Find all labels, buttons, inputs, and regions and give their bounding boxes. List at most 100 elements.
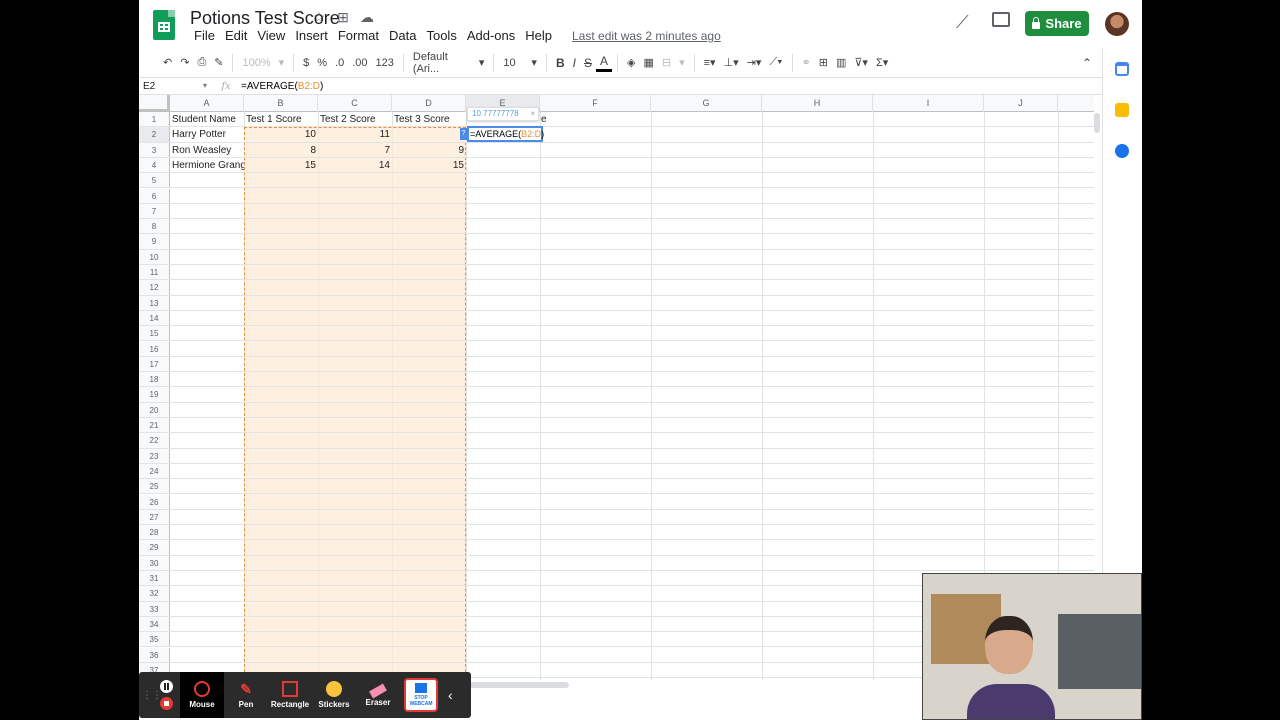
row-header[interactable]: 32 bbox=[139, 586, 170, 601]
col-header-h[interactable]: H bbox=[762, 95, 873, 112]
row-header[interactable]: 23 bbox=[139, 448, 170, 463]
col-header-i[interactable]: I bbox=[873, 95, 984, 112]
avatar[interactable] bbox=[1105, 12, 1129, 36]
print-icon[interactable]: ⎙ bbox=[193, 52, 210, 74]
cell-a3[interactable]: Ron Weasley bbox=[170, 143, 244, 157]
cell-c2[interactable]: 11 bbox=[318, 127, 392, 141]
row-header[interactable]: 34 bbox=[139, 616, 170, 632]
cell-c3[interactable]: 7 bbox=[318, 143, 392, 157]
row-header[interactable]: 28 bbox=[139, 525, 170, 540]
more-formats-button[interactable]: 123 bbox=[372, 52, 398, 74]
insert-chart-icon[interactable]: ▥ bbox=[832, 52, 850, 74]
menu-data[interactable]: Data bbox=[384, 28, 421, 44]
row-header[interactable]: 13 bbox=[139, 295, 170, 310]
pen-tool-button[interactable]: ✎ Pen bbox=[224, 672, 268, 718]
horizontal-align-icon[interactable]: ≡▾ bbox=[700, 52, 720, 74]
comment-history-icon[interactable] bbox=[992, 12, 1010, 27]
cell-d2[interactable] bbox=[392, 127, 466, 141]
last-edit-link[interactable]: Last edit was 2 minutes ago bbox=[567, 28, 726, 44]
share-button[interactable]: Share bbox=[1025, 11, 1089, 36]
menu-file[interactable]: File bbox=[189, 28, 220, 44]
font-select[interactable]: Default (Ari... bbox=[409, 51, 475, 75]
pause-icon[interactable] bbox=[159, 680, 173, 693]
borders-icon[interactable]: ▦ bbox=[639, 52, 657, 74]
filter-icon[interactable]: ⊽▾ bbox=[850, 52, 872, 74]
menu-format[interactable]: Format bbox=[333, 28, 384, 44]
font-size-chevron-icon[interactable]: ▾ bbox=[527, 52, 541, 74]
col-header-c[interactable]: C bbox=[318, 95, 392, 112]
row-header[interactable]: 1 bbox=[139, 112, 170, 127]
row-header[interactable]: 25 bbox=[139, 479, 170, 494]
rectangle-tool-button[interactable]: Rectangle bbox=[268, 672, 312, 718]
cell-a2[interactable]: Harry Potter bbox=[170, 127, 244, 141]
merge-cells-icon[interactable]: ⊟ bbox=[658, 52, 675, 74]
cell-d3[interactable]: 9 bbox=[392, 143, 466, 157]
row-header[interactable]: 20 bbox=[139, 402, 170, 417]
col-header-d[interactable]: D bbox=[392, 95, 466, 112]
cell-b1[interactable]: Test 1 Score bbox=[244, 112, 318, 126]
cell-d4[interactable]: 15 bbox=[392, 158, 466, 172]
col-header-a[interactable]: A bbox=[170, 95, 244, 112]
row-header[interactable]: 29 bbox=[139, 540, 170, 555]
tooltip-close-icon[interactable]: × bbox=[530, 108, 535, 120]
row-header[interactable]: 4 bbox=[139, 157, 170, 173]
menu-addons[interactable]: Add-ons bbox=[462, 28, 520, 44]
calendar-icon[interactable] bbox=[1115, 62, 1129, 76]
cell-b4[interactable]: 15 bbox=[244, 158, 318, 172]
row-header[interactable]: 10 bbox=[139, 249, 170, 264]
col-header-j[interactable]: J bbox=[984, 95, 1058, 112]
sheets-logo-icon[interactable] bbox=[153, 10, 175, 40]
row-header[interactable]: 8 bbox=[139, 219, 170, 234]
paint-format-icon[interactable]: ✎ bbox=[210, 52, 227, 74]
stop-recording-icon[interactable] bbox=[159, 697, 173, 710]
collapse-toolbar-icon[interactable]: ⌃ bbox=[1082, 56, 1092, 70]
formula-input[interactable]: =AVERAGE(B2:D) bbox=[241, 81, 323, 92]
cell-a1[interactable]: Student Name bbox=[170, 112, 244, 126]
menu-insert[interactable]: Insert bbox=[290, 28, 333, 44]
eraser-tool-button[interactable]: Eraser bbox=[356, 672, 400, 718]
cell-e1-overflow[interactable]: e bbox=[539, 112, 559, 126]
row-header[interactable]: 27 bbox=[139, 509, 170, 525]
insert-link-icon[interactable]: ⚭ bbox=[798, 52, 815, 74]
name-box[interactable]: E2 bbox=[139, 81, 211, 92]
row-header[interactable]: 19 bbox=[139, 387, 170, 402]
row-header[interactable]: 30 bbox=[139, 555, 170, 570]
mouse-tool-button[interactable]: Mouse bbox=[180, 672, 224, 718]
increase-decimal-button[interactable]: .00 bbox=[348, 52, 371, 74]
row-header[interactable]: 36 bbox=[139, 647, 170, 662]
stop-webcam-button[interactable]: STOP WEBCAM bbox=[404, 678, 438, 712]
row-header[interactable]: 9 bbox=[139, 234, 170, 249]
move-folder-icon[interactable]: ⊞ bbox=[335, 9, 351, 26]
col-header-f[interactable]: F bbox=[540, 95, 651, 112]
row-header[interactable]: 17 bbox=[139, 356, 170, 372]
functions-icon[interactable]: Σ▾ bbox=[872, 52, 892, 74]
bold-button[interactable]: B bbox=[552, 52, 569, 74]
tasks-icon[interactable] bbox=[1115, 144, 1129, 158]
text-wrap-icon[interactable]: ⇥▾ bbox=[743, 52, 766, 74]
row-header[interactable]: 11 bbox=[139, 265, 170, 280]
text-color-button[interactable]: A bbox=[595, 54, 612, 72]
cell-c4[interactable]: 14 bbox=[318, 158, 392, 172]
fill-color-icon[interactable]: ◈ bbox=[623, 52, 639, 74]
row-header[interactable]: 26 bbox=[139, 494, 170, 509]
stickers-tool-button[interactable]: Stickers bbox=[312, 672, 356, 718]
cell-c1[interactable]: Test 2 Score bbox=[318, 112, 392, 126]
row-header[interactable]: 15 bbox=[139, 326, 170, 341]
row-header[interactable]: 6 bbox=[139, 188, 170, 203]
row-header[interactable]: 7 bbox=[139, 203, 170, 219]
horizontal-scrollbar[interactable] bbox=[469, 682, 569, 688]
strikethrough-button[interactable]: S bbox=[580, 52, 596, 74]
row-header[interactable]: 35 bbox=[139, 632, 170, 647]
cell-a4[interactable]: Hermione Granger bbox=[170, 158, 244, 172]
cell-d1[interactable]: Test 3 Score bbox=[392, 112, 466, 126]
decrease-decimal-button[interactable]: .0 bbox=[331, 52, 348, 74]
col-header-g[interactable]: G bbox=[651, 95, 762, 112]
row-header[interactable]: 21 bbox=[139, 418, 170, 433]
cell-b3[interactable]: 8 bbox=[244, 143, 318, 157]
row-header[interactable]: 18 bbox=[139, 372, 170, 387]
star-icon[interactable]: ☆ bbox=[311, 9, 327, 26]
text-rotation-icon[interactable]: ⟋▾ bbox=[765, 52, 786, 74]
keep-icon[interactable] bbox=[1115, 103, 1129, 117]
zoom-select[interactable]: 100% bbox=[238, 52, 274, 74]
row-header[interactable]: 3 bbox=[139, 142, 170, 157]
